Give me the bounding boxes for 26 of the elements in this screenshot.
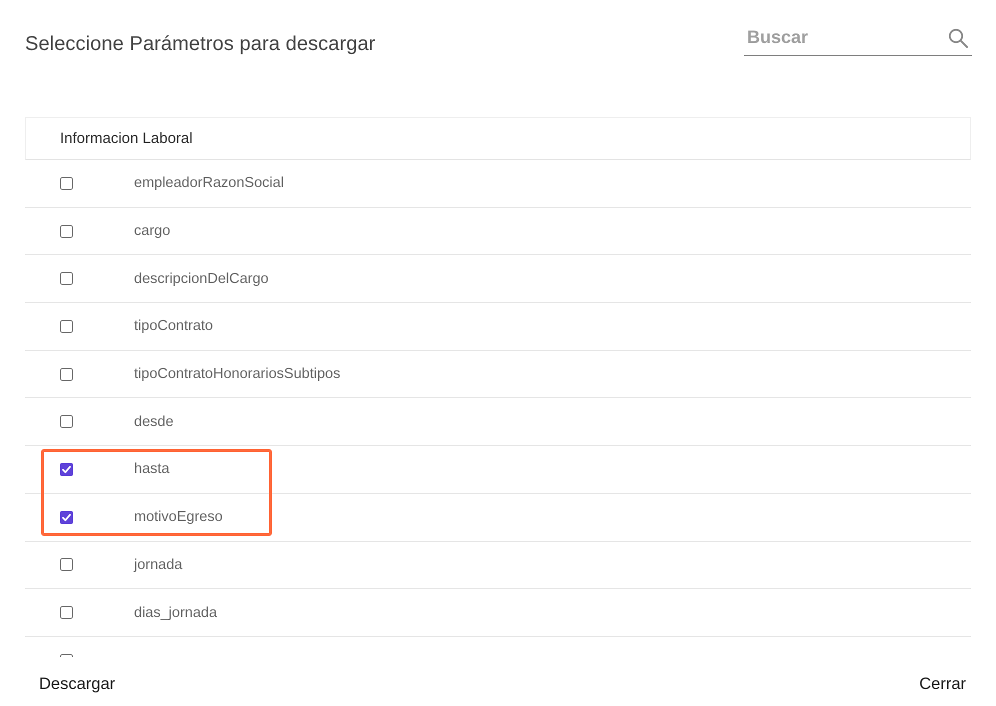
parameter-label: tipoContrato bbox=[134, 318, 213, 334]
parameter-label: hasta bbox=[134, 461, 170, 478]
checkbox[interactable] bbox=[60, 606, 73, 620]
checkbox[interactable] bbox=[60, 368, 73, 381]
parameter-label: dias_jornada bbox=[134, 604, 218, 621]
search-icon bbox=[948, 28, 968, 48]
checkbox[interactable] bbox=[60, 176, 73, 190]
checkbox[interactable] bbox=[60, 320, 73, 333]
parameter-label: motivoEgreso bbox=[134, 509, 223, 526]
dialog-title: Seleccione Parámetros para descargar bbox=[25, 32, 376, 56]
download-button[interactable]: Descargar bbox=[25, 666, 130, 702]
parameter-label: cargo bbox=[134, 223, 170, 240]
checkbox[interactable] bbox=[60, 462, 73, 476]
parameter-label: desde bbox=[134, 414, 174, 430]
parameter-label: empleadorRazonSocial bbox=[134, 175, 284, 192]
close-button[interactable]: Cerrar bbox=[905, 666, 971, 702]
checkbox[interactable] bbox=[60, 415, 73, 428]
checkbox[interactable] bbox=[60, 224, 73, 238]
parameter-label: jornada bbox=[134, 556, 182, 573]
checkbox[interactable] bbox=[60, 272, 73, 286]
checkbox[interactable] bbox=[60, 558, 73, 572]
checkbox[interactable] bbox=[60, 510, 73, 524]
parameter-label: tipoContratoHonorariosSubtipos bbox=[134, 366, 340, 382]
search-field[interactable]: Buscar bbox=[744, 25, 972, 56]
section-title: Informacion Laboral bbox=[60, 130, 193, 147]
parameter-label: descripcionDelCargo bbox=[134, 270, 269, 287]
